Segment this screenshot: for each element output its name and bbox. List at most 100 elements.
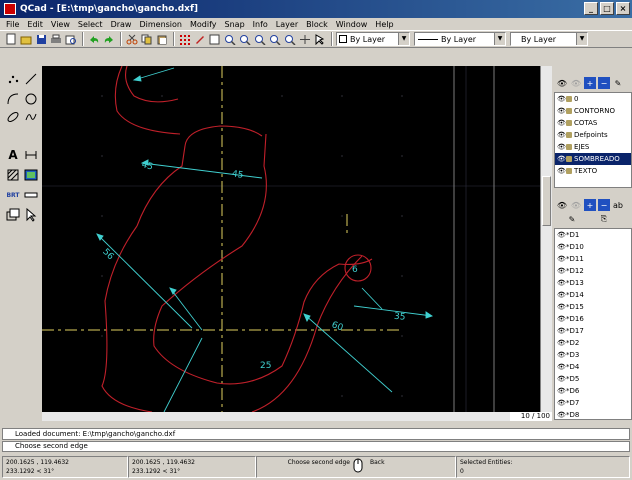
lock-icon[interactable] <box>566 96 572 102</box>
lock-icon[interactable] <box>566 168 572 174</box>
layer-item[interactable]: 👁 TEXTO <box>555 165 631 177</box>
print-icon[interactable] <box>49 32 63 46</box>
eye-icon[interactable]: 👁 <box>557 267 566 275</box>
eye-icon[interactable]: 👁 <box>557 291 566 299</box>
eye-icon[interactable]: 👁 <box>557 95 566 103</box>
ellipses-tool-icon[interactable] <box>4 108 22 126</box>
grid-icon[interactable] <box>178 32 192 46</box>
menu-window[interactable]: Window <box>332 20 372 29</box>
menu-edit[interactable]: Edit <box>23 20 47 29</box>
redraw-icon[interactable] <box>208 32 222 46</box>
redo-icon[interactable] <box>102 32 116 46</box>
zoom-window-icon[interactable] <box>283 32 297 46</box>
zoom-auto-icon[interactable] <box>253 32 267 46</box>
block-item[interactable]: 👁 *D16 <box>555 313 631 325</box>
layer-item[interactable]: 👁 Defpoints <box>555 129 631 141</box>
drawing-canvas[interactable]: 45 45 56 60 35 6 25 <box>42 65 552 421</box>
zoom-previous-icon[interactable] <box>268 32 282 46</box>
hide-all-layers-icon[interactable]: 👁 <box>570 77 582 89</box>
block-item[interactable]: 👁 *D17 <box>555 325 631 337</box>
draft-pen-icon[interactable] <box>193 32 207 46</box>
measure-tool-icon[interactable] <box>22 186 40 204</box>
menu-file[interactable]: File <box>2 20 23 29</box>
pen-color-combo[interactable]: By Layer ▼ <box>336 32 410 46</box>
block-item[interactable]: 👁 *D3 <box>555 349 631 361</box>
lock-icon[interactable] <box>566 156 572 162</box>
eye-icon[interactable]: 👁 <box>557 167 566 175</box>
eye-icon[interactable]: 👁 <box>557 351 566 359</box>
minimize-button[interactable]: _ <box>584 2 598 15</box>
menu-layer[interactable]: Layer <box>272 20 302 29</box>
menu-snap[interactable]: Snap <box>221 20 249 29</box>
save-icon[interactable] <box>34 32 48 46</box>
chevron-down-icon[interactable]: ▼ <box>494 33 505 45</box>
hatch-tool-icon[interactable] <box>4 166 22 184</box>
pen-width-combo[interactable]: By Layer ▼ <box>414 32 506 46</box>
layer-item[interactable]: 👁 0 <box>555 93 631 105</box>
menu-block[interactable]: Block <box>302 20 332 29</box>
block-item[interactable]: 👁 *D1 <box>555 229 631 241</box>
block-item[interactable]: 👁 *D10 <box>555 241 631 253</box>
eye-icon[interactable]: 👁 <box>557 375 566 383</box>
zoom-out-icon[interactable] <box>238 32 252 46</box>
eye-icon[interactable]: 👁 <box>557 243 566 251</box>
block-tool-icon[interactable]: BRT <box>4 186 22 204</box>
select-tool-icon[interactable] <box>22 206 40 224</box>
eye-icon[interactable]: 👁 <box>557 143 566 151</box>
show-all-layers-icon[interactable]: 👁 <box>556 77 568 89</box>
lines-tool-icon[interactable] <box>22 70 40 88</box>
splines-tool-icon[interactable] <box>22 108 40 126</box>
eye-icon[interactable]: 👁 <box>557 303 566 311</box>
eye-icon[interactable]: 👁 <box>557 339 566 347</box>
eye-icon[interactable]: 👁 <box>557 119 566 127</box>
eye-icon[interactable]: 👁 <box>557 231 566 239</box>
eye-icon[interactable]: 👁 <box>557 363 566 371</box>
eye-icon[interactable]: 👁 <box>557 315 566 323</box>
copy-icon[interactable] <box>140 32 154 46</box>
menu-modify[interactable]: Modify <box>186 20 221 29</box>
modify-tool-icon[interactable] <box>4 206 22 224</box>
new-file-icon[interactable] <box>4 32 18 46</box>
points-tool-icon[interactable] <box>4 70 22 88</box>
block-item[interactable]: 👁 *D11 <box>555 253 631 265</box>
lock-icon[interactable] <box>566 108 572 114</box>
text-tool-icon[interactable]: A <box>4 146 22 164</box>
block-item[interactable]: 👁 *D5 <box>555 373 631 385</box>
block-item[interactable]: 👁 *D15 <box>555 301 631 313</box>
remove-layer-icon[interactable]: − <box>598 77 610 89</box>
vertical-scrollbar[interactable] <box>540 66 552 412</box>
block-item[interactable]: 👁 *D8 <box>555 409 631 419</box>
remove-block-icon[interactable]: − <box>598 199 610 211</box>
layer-item[interactable]: 👁 COTAS <box>555 117 631 129</box>
paste-icon[interactable] <box>155 32 169 46</box>
menu-help[interactable]: Help <box>371 20 397 29</box>
print-preview-icon[interactable] <box>64 32 78 46</box>
eye-icon[interactable]: 👁 <box>557 411 566 419</box>
rename-block-icon[interactable]: ab <box>612 199 624 211</box>
block-item[interactable]: 👁 *D6 <box>555 385 631 397</box>
hide-all-blocks-icon[interactable]: 👁 <box>570 199 582 211</box>
command-input[interactable]: Choose second edge <box>2 441 630 452</box>
edit-layer-icon[interactable]: ✎ <box>612 77 624 89</box>
menu-dimension[interactable]: Dimension <box>135 20 186 29</box>
eye-icon[interactable]: 👁 <box>557 279 566 287</box>
maximize-button[interactable]: □ <box>600 2 614 15</box>
show-all-blocks-icon[interactable]: 👁 <box>556 199 568 211</box>
block-item[interactable]: 👁 *D4 <box>555 361 631 373</box>
arcs-tool-icon[interactable] <box>4 90 22 108</box>
lock-icon[interactable] <box>566 144 572 150</box>
cut-icon[interactable] <box>125 32 139 46</box>
eye-icon[interactable]: 👁 <box>557 387 566 395</box>
scroll-thumb[interactable] <box>542 176 551 226</box>
chevron-down-icon[interactable]: ▼ <box>398 33 409 45</box>
add-block-icon[interactable]: + <box>584 199 596 211</box>
block-item[interactable]: 👁 *D2 <box>555 337 631 349</box>
eye-icon[interactable]: 👁 <box>557 155 566 163</box>
menu-info[interactable]: Info <box>249 20 272 29</box>
close-button[interactable]: × <box>616 2 630 15</box>
layer-item[interactable]: 👁 CONTORNO <box>555 105 631 117</box>
circles-tool-icon[interactable] <box>22 90 40 108</box>
eye-icon[interactable]: 👁 <box>557 399 566 407</box>
eye-icon[interactable]: 👁 <box>557 255 566 263</box>
add-layer-icon[interactable]: + <box>584 77 596 89</box>
